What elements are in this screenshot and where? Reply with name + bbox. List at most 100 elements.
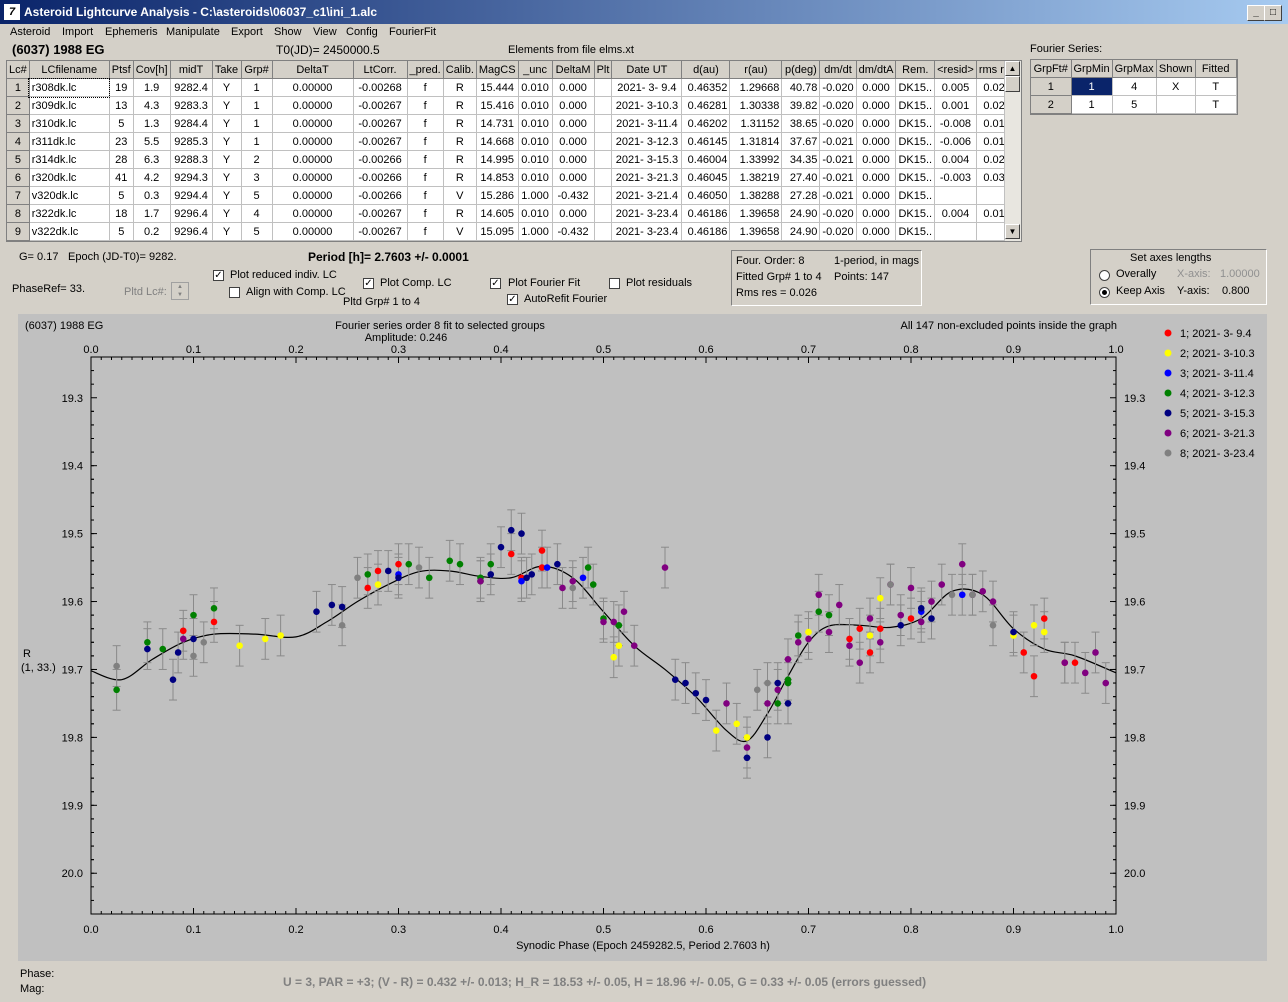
legend-entry: 8; 2021- 3-23.4 bbox=[1180, 448, 1255, 460]
data-point bbox=[1092, 649, 1099, 656]
data-point bbox=[384, 567, 392, 575]
data-point bbox=[518, 530, 525, 537]
data-point bbox=[969, 591, 976, 599]
legend-marker bbox=[1164, 449, 1172, 457]
data-point bbox=[661, 564, 669, 571]
data-point bbox=[159, 645, 167, 653]
x-tick-label-top: 0.7 bbox=[801, 344, 816, 356]
data-point bbox=[733, 720, 741, 728]
data-point bbox=[190, 652, 197, 660]
data-point bbox=[610, 618, 618, 626]
y-tick-label-right: 19.3 bbox=[1124, 393, 1145, 405]
data-point bbox=[846, 642, 853, 649]
data-point bbox=[712, 727, 720, 734]
data-point bbox=[144, 645, 151, 653]
data-point bbox=[174, 649, 182, 656]
data-point bbox=[600, 618, 607, 626]
data-point bbox=[190, 635, 197, 643]
data-point bbox=[805, 635, 812, 643]
lightcurve-chart: 0.0 0.0 0.1 0.1 0.2 0.2 0.3 0.3 0.4 0.4 0.5 0.5 0.6 0… bbox=[21, 320, 1255, 952]
legend-marker bbox=[1164, 369, 1172, 377]
x-tick-label-top: 0.9 bbox=[1006, 344, 1021, 356]
data-point bbox=[569, 577, 577, 585]
x-tick-label: 0.2 bbox=[288, 924, 303, 936]
y-tick-label: 19.6 bbox=[62, 597, 83, 609]
data-point bbox=[753, 686, 761, 694]
data-point bbox=[682, 679, 689, 687]
legend-marker bbox=[1164, 329, 1172, 337]
data-point bbox=[543, 564, 551, 571]
data-point bbox=[113, 662, 120, 670]
data-point bbox=[805, 628, 812, 636]
x-tick-label-top: 1.0 bbox=[1108, 344, 1123, 356]
x-axis-label: Synodic Phase (Epoch 2459282.5, Period 2… bbox=[516, 940, 770, 952]
data-point bbox=[856, 625, 864, 633]
legend-marker bbox=[1164, 349, 1172, 357]
data-point bbox=[846, 635, 853, 643]
data-point bbox=[374, 581, 382, 588]
data-point bbox=[497, 543, 505, 551]
data-point bbox=[743, 744, 751, 751]
y-tick-label: 19.8 bbox=[62, 732, 83, 744]
data-point bbox=[487, 560, 495, 568]
data-point bbox=[210, 605, 218, 612]
legend-entry: 5; 2021- 3-15.3 bbox=[1180, 408, 1255, 420]
data-point bbox=[630, 642, 638, 649]
data-point bbox=[989, 598, 997, 605]
data-point bbox=[610, 653, 618, 661]
data-point bbox=[507, 526, 515, 534]
y-tick-label-right: 19.6 bbox=[1124, 597, 1145, 609]
summary-line: U = 3, PAR = +3; (V - R) = 0.432 +/- 0.0… bbox=[283, 975, 927, 989]
data-point bbox=[200, 638, 208, 646]
data-point bbox=[866, 615, 874, 622]
data-point bbox=[415, 564, 423, 571]
data-point bbox=[569, 584, 577, 592]
x-tick-label-top: 0.2 bbox=[288, 344, 303, 356]
data-point bbox=[815, 608, 823, 616]
data-point bbox=[261, 635, 269, 643]
data-point bbox=[395, 574, 402, 582]
data-point bbox=[277, 632, 284, 639]
data-point bbox=[876, 625, 884, 633]
data-point bbox=[774, 700, 782, 707]
data-point bbox=[917, 618, 925, 626]
data-point bbox=[907, 615, 915, 622]
data-point bbox=[876, 638, 884, 646]
data-point bbox=[179, 627, 187, 635]
legend-entry: 3; 2021- 3-11.4 bbox=[1180, 368, 1254, 380]
x-tick-label-top: 0.4 bbox=[493, 344, 508, 356]
data-point bbox=[692, 689, 700, 697]
x-tick-label-top: 0.8 bbox=[903, 344, 918, 356]
y-tick-label: 19.7 bbox=[62, 664, 83, 676]
data-point bbox=[723, 700, 730, 707]
data-point bbox=[354, 574, 361, 582]
data-point bbox=[938, 581, 946, 588]
x-tick-label: 0.6 bbox=[698, 924, 713, 936]
data-point bbox=[615, 642, 623, 649]
data-point bbox=[1102, 679, 1110, 687]
data-point bbox=[702, 696, 710, 704]
data-point bbox=[364, 571, 372, 578]
data-point bbox=[928, 615, 935, 622]
chart-note: All 147 non-excluded points inside the g… bbox=[901, 320, 1117, 332]
data-point bbox=[671, 676, 679, 683]
data-point bbox=[825, 611, 833, 619]
x-tick-label: 0.1 bbox=[186, 924, 201, 936]
y-tick-label: 19.3 bbox=[62, 393, 83, 405]
data-point bbox=[887, 581, 894, 588]
data-point bbox=[169, 676, 177, 683]
data-point bbox=[1040, 615, 1048, 622]
data-point bbox=[328, 601, 336, 609]
data-point bbox=[948, 591, 956, 599]
data-point bbox=[477, 577, 484, 585]
data-point bbox=[179, 635, 187, 643]
chart-subtitle: Amplitude: 0.246 bbox=[365, 332, 448, 344]
data-point bbox=[743, 754, 751, 762]
data-point bbox=[144, 638, 151, 646]
data-point bbox=[338, 603, 346, 611]
data-point bbox=[856, 659, 864, 666]
data-point bbox=[989, 622, 997, 629]
y-tick-label-right: 19.7 bbox=[1124, 664, 1145, 676]
data-point bbox=[825, 628, 833, 636]
y-tick-label: 20.0 bbox=[62, 868, 83, 880]
